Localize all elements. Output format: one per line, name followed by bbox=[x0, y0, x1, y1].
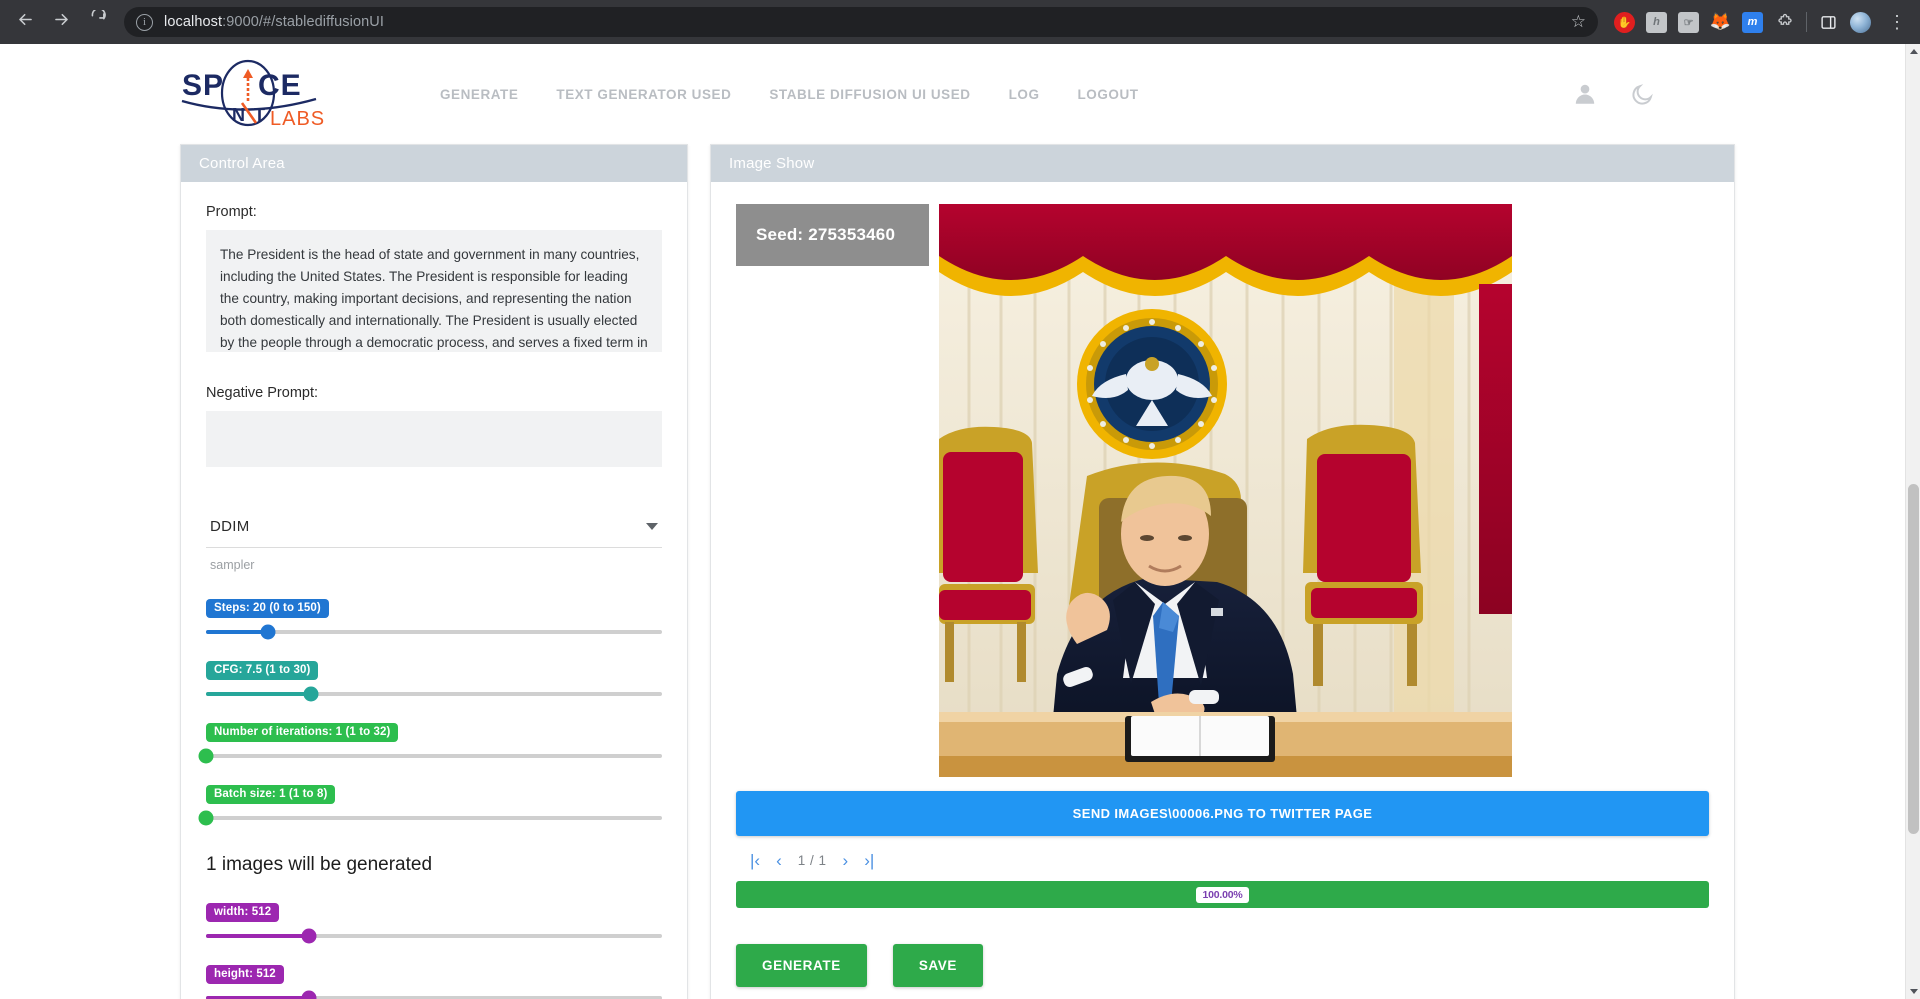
iterations-slider[interactable] bbox=[206, 754, 662, 758]
nav-generate[interactable]: GENERATE bbox=[440, 87, 518, 102]
site-header: SP CE N T LABS GENERATE TEXT GENERATOR U… bbox=[0, 44, 1905, 144]
kebab-menu-icon[interactable]: ⋮ bbox=[1882, 20, 1912, 24]
send-to-twitter-button[interactable]: SEND IMAGES\00006.PNG TO TWITTER PAGE bbox=[736, 791, 1709, 836]
generated-count-text: 1 images will be generated bbox=[206, 854, 662, 876]
generate-button[interactable]: GENERATE bbox=[736, 944, 867, 987]
cfg-slider-label: CFG: 7.5 (1 to 30) bbox=[206, 661, 318, 680]
puzzle-extensions-icon[interactable] bbox=[1774, 12, 1795, 33]
honey-extension-icon[interactable]: h bbox=[1646, 12, 1667, 33]
iterations-slider-label: Number of iterations: 1 (1 to 32) bbox=[206, 723, 398, 742]
main-navigation: GENERATE TEXT GENERATOR USED STABLE DIFF… bbox=[440, 87, 1139, 102]
header-icon-group bbox=[1572, 81, 1865, 107]
progress-label: 100.00% bbox=[1196, 887, 1248, 903]
width-slider[interactable] bbox=[206, 934, 662, 938]
svg-text:LABS: LABS bbox=[270, 108, 325, 129]
progress-bar: 100.00% bbox=[736, 881, 1709, 908]
cfg-slider-group: CFG: 7.5 (1 to 30) bbox=[206, 660, 662, 696]
sampler-select[interactable]: DDIM bbox=[206, 512, 662, 548]
cfg-slider[interactable] bbox=[206, 692, 662, 696]
prompt-input[interactable] bbox=[206, 230, 662, 352]
prev-page-button[interactable]: ‹ bbox=[776, 852, 782, 869]
forward-button[interactable] bbox=[44, 5, 78, 39]
steps-slider[interactable] bbox=[206, 630, 662, 634]
last-page-button[interactable]: ›| bbox=[864, 852, 874, 869]
page-content: SP CE N T LABS GENERATE TEXT GENERATOR U… bbox=[0, 44, 1905, 999]
image-pagination: |‹ ‹ 1 / 1 › ›| bbox=[736, 836, 1709, 881]
nav-text-generator-used[interactable]: TEXT GENERATOR USED bbox=[556, 87, 731, 102]
star-icon[interactable]: ☆ bbox=[1571, 12, 1586, 32]
extensions-strip: ✋ h ☞ 🦊 m ⋮ bbox=[1604, 12, 1912, 33]
address-bar[interactable]: i localhost:9000/#/stablediffusionUI ☆ bbox=[124, 7, 1598, 37]
next-page-button[interactable]: › bbox=[843, 852, 849, 869]
page-count-label: 1 / 1 bbox=[798, 853, 827, 868]
toolbar-divider bbox=[1806, 12, 1807, 32]
url-path: :9000/#/stablediffusionUI bbox=[222, 14, 384, 30]
svg-text:CE: CE bbox=[258, 69, 302, 102]
sampler-selected-value: DDIM bbox=[210, 518, 250, 535]
height-slider-label: height: 512 bbox=[206, 965, 284, 984]
image-show-body: Seed: 275353460 bbox=[711, 182, 1734, 999]
batch-size-slider[interactable] bbox=[206, 816, 662, 820]
batch-size-slider-label: Batch size: 1 (1 to 8) bbox=[206, 785, 335, 804]
scroll-down-icon[interactable] bbox=[1906, 984, 1920, 999]
width-slider-group: width: 512 bbox=[206, 902, 662, 938]
steps-slider-group: Steps: 20 (0 to 150) bbox=[206, 598, 662, 634]
profile-avatar-icon[interactable] bbox=[1850, 12, 1871, 33]
adblock-extension-icon[interactable]: ✋ bbox=[1614, 12, 1635, 33]
svg-text:T: T bbox=[254, 105, 265, 125]
back-arrow-icon bbox=[16, 10, 35, 34]
image-row: Seed: 275353460 bbox=[736, 204, 1709, 777]
space-nxt-labs-logo[interactable]: SP CE N T LABS bbox=[180, 59, 330, 129]
user-account-icon[interactable] bbox=[1572, 81, 1598, 107]
width-slider-label: width: 512 bbox=[206, 903, 279, 922]
clickbot-extension-icon[interactable]: ☞ bbox=[1678, 12, 1699, 33]
metamask-extension-icon[interactable]: 🦊 bbox=[1710, 12, 1731, 33]
negative-prompt-input[interactable] bbox=[206, 411, 662, 467]
moon-dark-mode-icon[interactable] bbox=[1630, 82, 1655, 107]
control-area-title: Control Area bbox=[181, 145, 687, 182]
prompt-label: Prompt: bbox=[206, 204, 662, 220]
nav-logout[interactable]: LOGOUT bbox=[1078, 87, 1139, 102]
control-area-body: Prompt: Negative Prompt: DDIM sampler St… bbox=[181, 182, 687, 999]
scrollbar-thumb[interactable] bbox=[1908, 484, 1919, 834]
scroll-up-icon[interactable] bbox=[1906, 44, 1920, 59]
batch-size-slider-group: Batch size: 1 (1 to 8) bbox=[206, 784, 662, 820]
control-area-panel: Control Area Prompt: Negative Prompt: DD… bbox=[180, 144, 688, 999]
metamask-blue-extension-icon[interactable]: m bbox=[1742, 12, 1763, 33]
reload-button[interactable] bbox=[80, 5, 114, 39]
seed-badge: Seed: 275353460 bbox=[736, 204, 929, 266]
info-icon[interactable]: i bbox=[136, 14, 153, 31]
reload-icon bbox=[88, 10, 107, 34]
iterations-slider-group: Number of iterations: 1 (1 to 32) bbox=[206, 722, 662, 758]
steps-slider-label: Steps: 20 (0 to 150) bbox=[206, 599, 329, 618]
back-button[interactable] bbox=[8, 5, 42, 39]
save-button[interactable]: SAVE bbox=[893, 944, 983, 987]
browser-toolbar: i localhost:9000/#/stablediffusionUI ☆ ✋… bbox=[0, 0, 1920, 44]
sampler-hint-label: sampler bbox=[206, 548, 662, 572]
url-host: localhost bbox=[164, 14, 222, 30]
svg-text:SP: SP bbox=[182, 69, 224, 102]
generated-image[interactable] bbox=[939, 204, 1512, 777]
vertical-scrollbar[interactable] bbox=[1905, 44, 1920, 999]
negative-prompt-label: Negative Prompt: bbox=[206, 385, 662, 401]
nav-log[interactable]: LOG bbox=[1009, 87, 1040, 102]
url-text: localhost:9000/#/stablediffusionUI bbox=[164, 14, 384, 30]
image-show-title: Image Show bbox=[711, 145, 1734, 182]
forward-arrow-icon bbox=[52, 10, 71, 34]
sidepanel-icon[interactable] bbox=[1818, 12, 1839, 33]
svg-text:N: N bbox=[232, 105, 245, 125]
first-page-button[interactable]: |‹ bbox=[750, 852, 760, 869]
height-slider-group: height: 512 bbox=[206, 964, 662, 999]
image-show-panel: Image Show Seed: 275353460 bbox=[710, 144, 1735, 999]
action-buttons: GENERATE SAVE bbox=[736, 944, 1709, 987]
chevron-down-icon bbox=[646, 523, 658, 530]
nav-stable-diffusion-ui-used[interactable]: STABLE DIFFUSION UI USED bbox=[769, 87, 970, 102]
panels-container: Control Area Prompt: Negative Prompt: DD… bbox=[0, 144, 1905, 999]
